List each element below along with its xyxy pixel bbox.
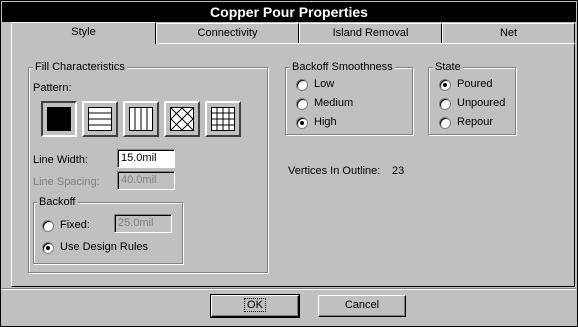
state-label: State (433, 61, 463, 73)
smoothness-high-option[interactable]: High (296, 116, 337, 129)
smoothness-high-radio[interactable] (296, 116, 308, 129)
state-poured-option[interactable]: Poured (439, 78, 492, 91)
tab-connectivity[interactable]: Connectivity (156, 23, 299, 43)
smoothness-low-option[interactable]: Low (296, 78, 334, 91)
copper-pour-properties-dialog: Copper Pour Properties Style Connectivit… (0, 0, 578, 327)
ok-button-label: OK (244, 298, 266, 312)
tab-net-label: Net (499, 27, 518, 39)
tab-connectivity-label: Connectivity (197, 27, 258, 39)
backoff-fixed-option[interactable]: Fixed: (42, 219, 90, 232)
button-separator-highlight (2, 289, 576, 290)
backoff-design-rules-label: Use Design Rules (60, 241, 149, 253)
smoothness-medium-option[interactable]: Medium (296, 97, 353, 110)
tab-style-label: Style (71, 26, 96, 38)
state-repour-label: Repour (457, 116, 494, 128)
state-poured-label: Poured (457, 78, 493, 90)
backoff-fixed-label: Fixed: (60, 219, 90, 231)
vertices-in-outline-label: Vertices In Outline: (288, 165, 381, 177)
tab-island-removal-label: Island Removal (332, 27, 409, 39)
backoff-smoothness-group: Backoff Smoothness Low Medium High (285, 61, 413, 135)
backoff-fixed-field[interactable]: 25.0mil (114, 214, 172, 233)
tab-net[interactable]: Net (442, 23, 575, 43)
line-width-field[interactable]: 15.0mil (117, 149, 175, 168)
fill-characteristics-label: Fill Characteristics (33, 61, 127, 73)
line-width-label: Line Width: (33, 154, 89, 166)
pattern-selector (41, 101, 241, 137)
line-spacing-field[interactable]: 40.0mil (117, 171, 175, 190)
fill-characteristics-group: Fill Characteristics Pattern: Line Width… (28, 61, 268, 273)
backoff-label: Backoff (37, 196, 78, 208)
state-unpoured-option[interactable]: Unpoured (439, 97, 505, 110)
style-tab-panel: Fill Characteristics Pattern: Line Width… (11, 43, 575, 287)
state-repour-option[interactable]: Repour (439, 116, 493, 129)
diagonal-cross-hatch-pattern-icon[interactable] (164, 101, 200, 137)
state-repour-radio[interactable] (439, 116, 451, 129)
vertical-hatch-pattern-icon[interactable] (123, 101, 159, 137)
state-unpoured-label: Unpoured (457, 97, 506, 109)
backoff-smoothness-label: Backoff Smoothness (290, 61, 395, 73)
smoothness-low-radio[interactable] (296, 78, 308, 91)
cancel-button-label: Cancel (344, 299, 380, 311)
state-group: State Poured Unpoured Repour (428, 61, 516, 135)
backoff-design-rules-option[interactable]: Use Design Rules (42, 241, 148, 254)
state-poured-radio[interactable] (439, 78, 451, 91)
line-spacing-label: Line Spacing: (33, 176, 100, 188)
state-unpoured-radio[interactable] (439, 97, 451, 110)
smoothness-medium-label: Medium (314, 97, 354, 109)
pattern-label: Pattern: (33, 82, 72, 94)
ok-button[interactable]: OK (210, 294, 300, 318)
grid-hatch-pattern-icon[interactable] (205, 101, 241, 137)
backoff-fixed-radio[interactable] (42, 219, 54, 232)
vertices-in-outline-value: 23 (392, 165, 405, 177)
backoff-group: Backoff Fixed: 25.0mil Use Design Rules (33, 196, 183, 264)
solid-pattern-icon[interactable] (41, 101, 77, 137)
smoothness-high-label: High (314, 116, 337, 128)
tab-island-removal[interactable]: Island Removal (299, 23, 442, 43)
cancel-button[interactable]: Cancel (318, 295, 406, 317)
dialog-title: Copper Pour Properties (2, 2, 576, 22)
smoothness-low-label: Low (314, 78, 335, 90)
horizontal-hatch-pattern-icon[interactable] (82, 101, 118, 137)
tab-divider (156, 43, 575, 44)
backoff-design-rules-radio[interactable] (42, 241, 54, 254)
smoothness-medium-radio[interactable] (296, 97, 308, 110)
tab-style[interactable]: Style (11, 22, 156, 44)
